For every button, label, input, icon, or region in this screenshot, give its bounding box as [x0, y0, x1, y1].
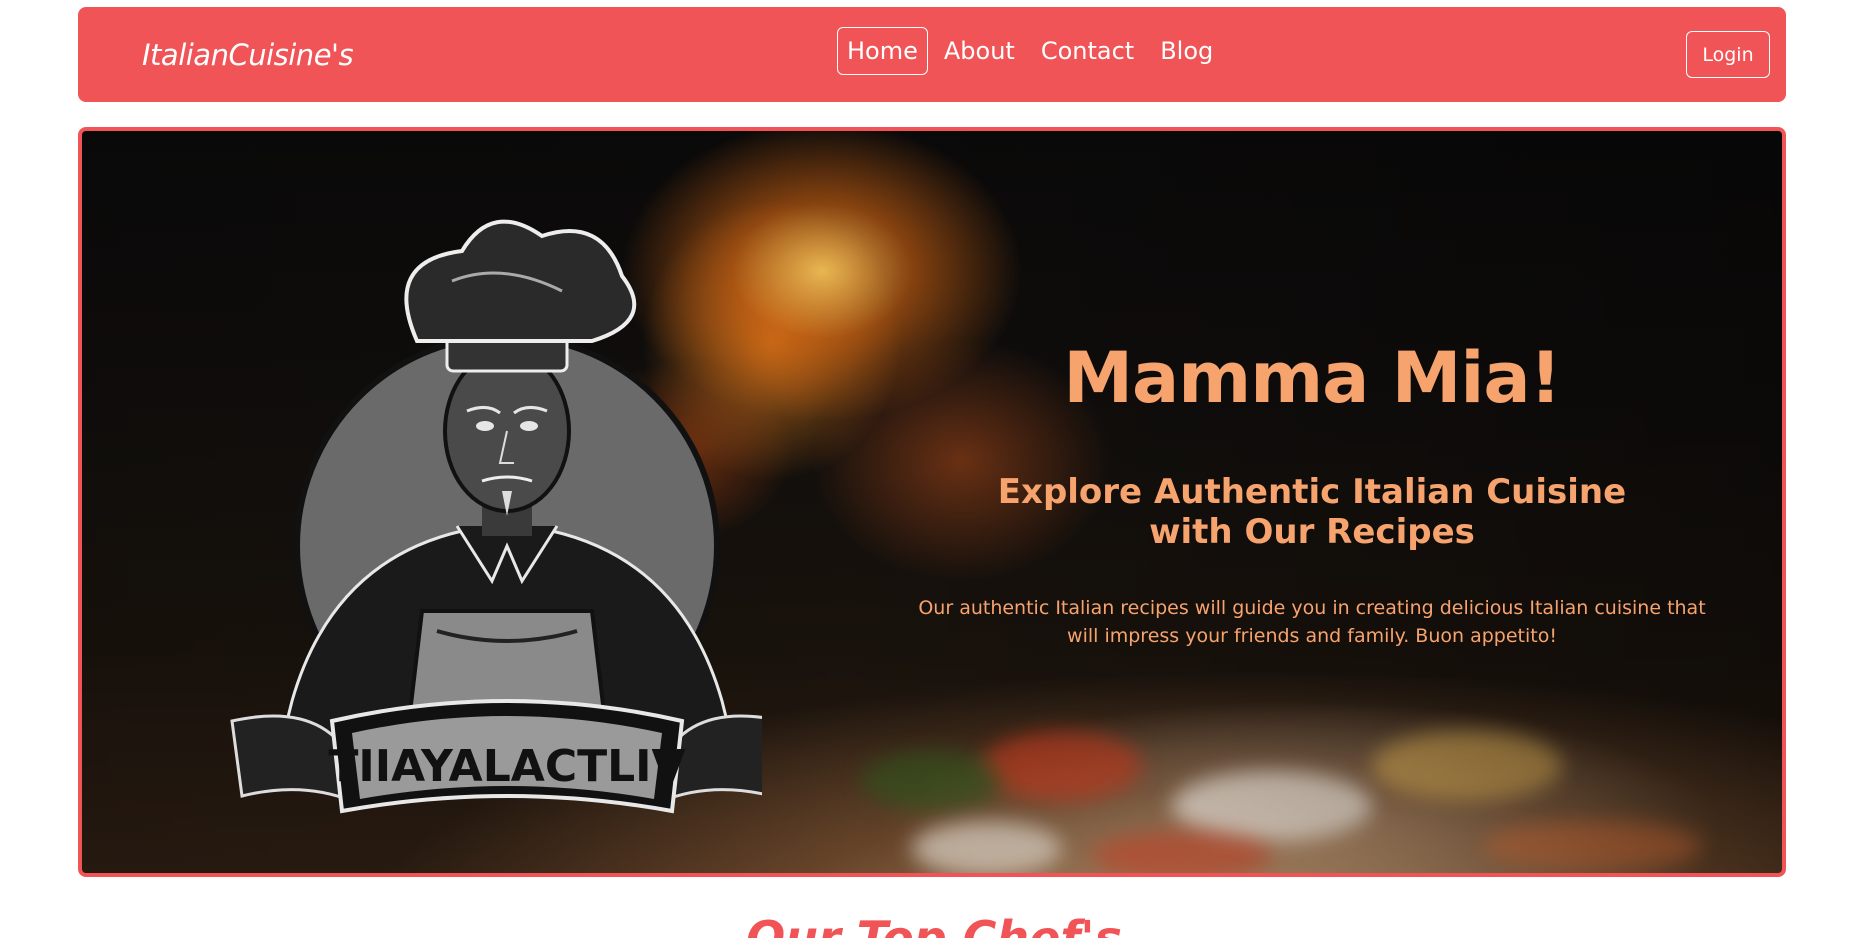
nav-links: Home About Contact Blog: [837, 27, 1229, 75]
navbar: ItalianCuisine's Home About Contact Blog…: [78, 7, 1786, 102]
chef-logo-icon: TIIAYALACTLIV: [230, 219, 762, 814]
nav-link-home[interactable]: Home: [837, 27, 928, 75]
nav-link-about[interactable]: About: [934, 27, 1025, 75]
hero-subtitle: Explore Authentic Italian Cuisine with O…: [997, 472, 1627, 552]
hero-description: Our authentic Italian recipes will guide…: [918, 597, 1706, 647]
hero-title: Mamma Mia!: [1063, 337, 1561, 419]
hero-text-block: Mamma Mia! Explore Authentic Italian Cui…: [912, 336, 1712, 650]
login-button[interactable]: Login: [1686, 31, 1770, 78]
nav-link-contact[interactable]: Contact: [1031, 27, 1144, 75]
chef-logo-banner-text: TIIAYALACTLIV: [328, 741, 685, 792]
hero-banner: TIIAYALACTLIV Mamma Mia! Explore Authent…: [78, 127, 1786, 877]
nav-link-blog[interactable]: Blog: [1150, 27, 1223, 75]
section-title-top-chefs: Our Top Chef's: [746, 911, 1122, 938]
brand-logo-text[interactable]: ItalianCuisine's: [142, 38, 354, 72]
